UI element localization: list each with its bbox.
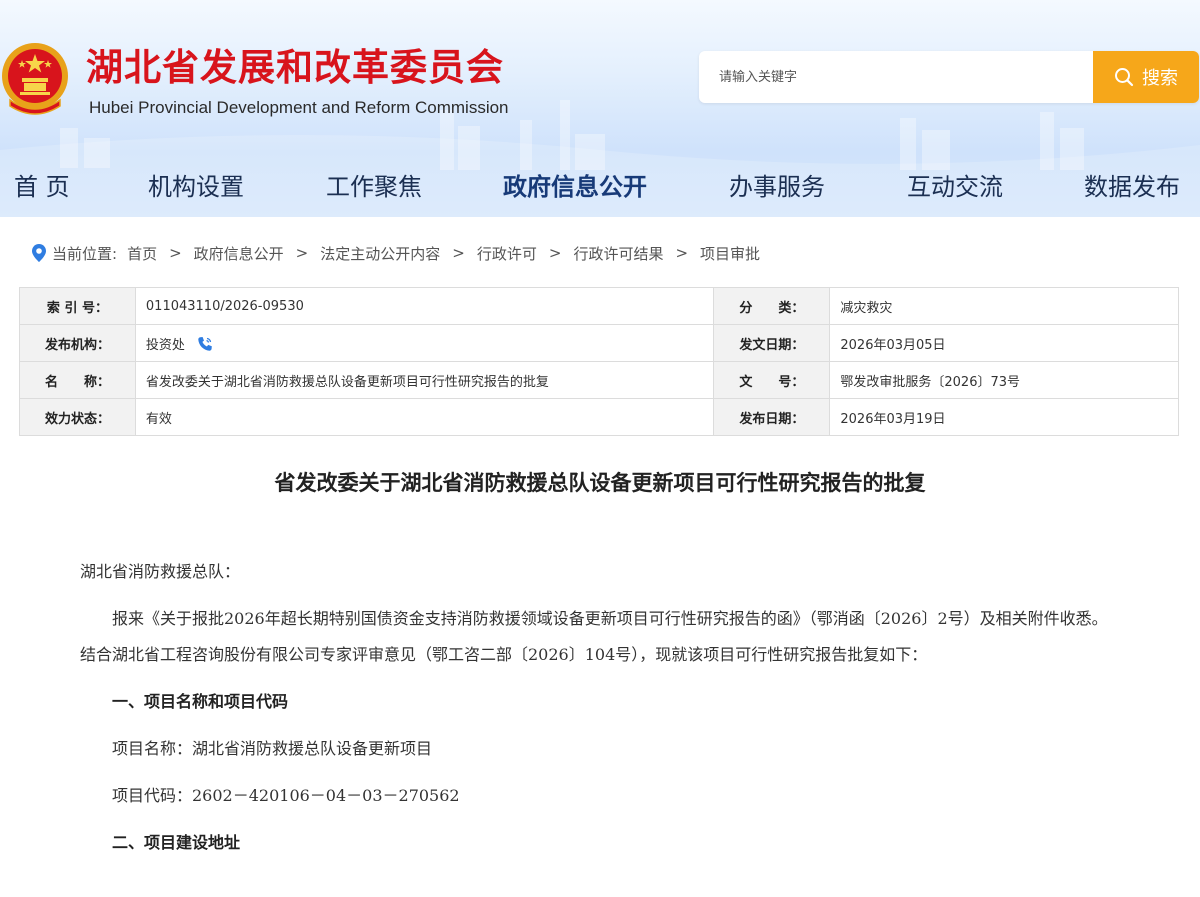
breadcrumb-separator: > [548, 244, 562, 262]
article-addressee: 湖北省消防救援总队： [80, 562, 241, 581]
article-body: 湖北省消防救援总队： 报来《关于报批2026年超长期特别国债资金支持消防救援领域… [80, 554, 1120, 872]
nav-item-services[interactable]: 办事服务 [729, 171, 825, 203]
section-heading: 一、项目名称和项目代码 [112, 692, 289, 711]
publisher-cell: 投资处 [134, 324, 715, 362]
breadcrumb-separator: > [169, 244, 182, 262]
breadcrumb: 当前位置: 首页 > 政府信息公开 > 法定主动公开内容 > 行政许可 > 行政… [32, 241, 760, 265]
category-value: 减灾救灾 [829, 287, 1179, 325]
breadcrumb-item-licensing[interactable]: 行政许可 [477, 243, 537, 264]
table-row: 效力状态： 有效 发布日期： 2026年03月19日 [19, 398, 1179, 436]
doc-no-label: 文 号： [713, 361, 831, 399]
pub-date-label: 发布日期： [713, 398, 831, 436]
breadcrumb-label: 当前位置: [52, 244, 118, 263]
section-heading: 二、项目建设地址 [112, 833, 241, 852]
document-meta-table: 索 引 号： 011043110/2026-09530 分 类： 减灾救灾 发布… [19, 287, 1179, 436]
nav-item-home[interactable]: 首 页 [14, 171, 70, 203]
name-label: 名 称： [19, 361, 136, 399]
table-row: 索 引 号： 011043110/2026-09530 分 类： 减灾救灾 [19, 287, 1179, 325]
national-emblem-icon [2, 43, 68, 115]
site-subtitle: Hubei Provincial Development and Reform … [89, 98, 509, 117]
project-code-line: 项目代码：2602－420106－04－03－270562 [112, 786, 460, 805]
name-value: 省发改委关于湖北省消防救援总队设备更新项目可行性研究报告的批复 [134, 361, 715, 399]
nav-item-interaction[interactable]: 互动交流 [907, 171, 1003, 203]
search-button[interactable]: 搜索 [1093, 51, 1199, 103]
search-icon [1115, 68, 1134, 87]
article-title: 省发改委关于湖北省消防救援总队设备更新项目可行性研究报告的批复 [274, 470, 926, 495]
phone-icon[interactable] [197, 336, 213, 352]
breadcrumb-item-statutory[interactable]: 法定主动公开内容 [320, 243, 440, 264]
site-title: 湖北省发展和改革委员会 [86, 46, 504, 89]
index-value: 011043110/2026-09530 [134, 287, 715, 325]
project-name-line: 项目名称：湖北省消防救援总队设备更新项目 [112, 739, 433, 758]
status-value: 有效 [134, 398, 715, 436]
doc-date-label: 发文日期： [713, 324, 831, 362]
status-label: 效力状态： [19, 398, 136, 436]
publisher-value: 投资处 [145, 337, 185, 353]
nav-item-organization[interactable]: 机构设置 [148, 171, 244, 203]
breadcrumb-item-project-approval[interactable]: 项目审批 [700, 243, 760, 264]
main-nav: 首 页 机构设置 工作聚焦 政府信息公开 办事服务 互动交流 数据发布 [0, 157, 1200, 217]
breadcrumb-item-home[interactable]: 首页 [127, 243, 157, 264]
nav-item-data-release[interactable]: 数据发布 [1084, 171, 1180, 203]
breadcrumb-item-licensing-results[interactable]: 行政许可结果 [573, 243, 663, 264]
doc-date-value: 2026年03月05日 [829, 324, 1179, 362]
article-paragraph: 报来《关于报批2026年超长期特别国债资金支持消防救援领域设备更新项目可行性研究… [80, 609, 1108, 664]
pub-date-value: 2026年03月19日 [829, 398, 1179, 436]
breadcrumb-separator: > [452, 244, 465, 262]
site-header: 湖北省发展和改革委员会 Hubei Provincial Development… [0, 0, 1200, 217]
search-input[interactable] [699, 51, 1093, 103]
search-button-label: 搜索 [1142, 68, 1178, 89]
breadcrumb-item-gov-info[interactable]: 政府信息公开 [194, 243, 284, 264]
search-box: 搜索 [699, 51, 1199, 103]
publisher-label: 发布机构： [19, 324, 136, 362]
index-label: 索 引 号： [19, 287, 136, 325]
doc-no-value: 鄂发改审批服务〔2026〕73号 [829, 361, 1179, 399]
table-row: 发布机构： 投资处 发文日期： 2026年03月05日 [19, 324, 1179, 362]
table-row: 名 称： 省发改委关于湖北省消防救援总队设备更新项目可行性研究报告的批复 文 号… [19, 361, 1179, 399]
nav-item-gov-info[interactable]: 政府信息公开 [503, 171, 647, 203]
category-label: 分 类： [713, 287, 831, 325]
breadcrumb-separator: > [295, 244, 309, 262]
location-pin-icon [32, 244, 46, 262]
nav-item-work-focus[interactable]: 工作聚焦 [326, 171, 422, 203]
breadcrumb-separator: > [675, 244, 689, 262]
